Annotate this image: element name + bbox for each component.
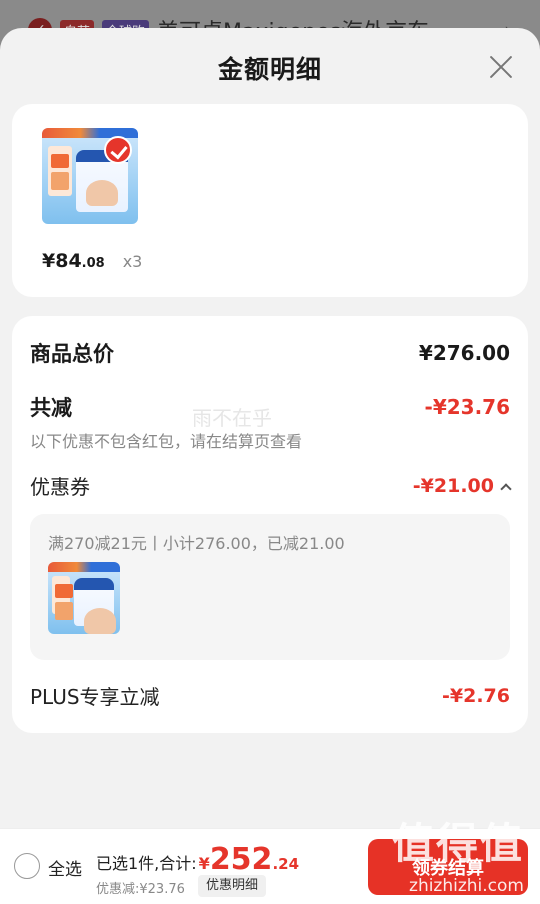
coupon-detail-box: 满270减21元丨小计276.00，已减21.00 xyxy=(30,514,510,660)
plus-discount-value: -¥2.76 xyxy=(442,684,510,707)
total-currency: ¥ xyxy=(198,854,210,873)
coupon-value: -¥21.00 xyxy=(412,474,494,497)
reduced-amount-text: 优惠减:¥23.76 xyxy=(96,882,185,897)
reduced-value: -¥23.76 xyxy=(424,395,510,419)
total-price-label: 商品总价 xyxy=(30,342,114,366)
plus-discount-label: PLUS专享立减 xyxy=(30,685,160,709)
select-all-radio[interactable] xyxy=(14,853,40,879)
selected-check-icon xyxy=(104,136,132,164)
reduced-label: 共减 xyxy=(30,396,72,420)
coupon-product-image xyxy=(48,562,120,634)
total-price-row: 商品总价 ¥276.00 xyxy=(30,338,510,368)
price-detail-card: 商品总价 ¥276.00 雨不在乎 共减 -¥23.76 以下优惠不包含红包，请… xyxy=(12,316,528,733)
coupon-row[interactable]: 优惠券 -¥21.00 xyxy=(30,471,512,500)
product-image[interactable] xyxy=(42,128,138,224)
product-quantity: x3 xyxy=(122,252,143,271)
product-card: ¥84.08 x3 xyxy=(12,104,528,297)
sheet-title: 金额明细 xyxy=(217,55,322,84)
discount-detail-button[interactable]: 优惠明细 xyxy=(198,875,267,897)
close-icon[interactable] xyxy=(488,54,514,80)
coupon-detail-text: 满270减21元丨小计276.00，已减21.00 xyxy=(48,534,345,553)
checkout-button[interactable]: 领券结算 xyxy=(368,839,528,895)
select-all-label[interactable]: 全选 xyxy=(48,855,82,880)
total-price-value: ¥276.00 xyxy=(418,341,510,365)
selected-summary: 已选1件,合计: ¥ 252 .24 xyxy=(96,842,300,877)
coupon-label: 优惠券 xyxy=(30,475,90,499)
amount-detail-sheet: 金额明细 ¥84.08 x3 商品总价 ¥276.00 雨不在乎 共减 -¥23… xyxy=(0,28,540,904)
product-price-row: ¥84.08 x3 xyxy=(42,250,142,272)
product-price: ¥84.08 xyxy=(42,250,105,272)
checkout-bar: 全选 已选1件,合计: ¥ 252 .24 优惠减:¥23.76 优惠明细 领券… xyxy=(0,819,540,904)
chevron-up-icon[interactable] xyxy=(500,482,512,495)
reduced-row: 共减 -¥23.76 xyxy=(30,392,510,422)
total-amount-dec: .24 xyxy=(272,855,300,873)
plus-discount-row: PLUS专享立减 -¥2.76 xyxy=(30,681,510,710)
reduced-note: 以下优惠不包含红包，请在结算页查看 xyxy=(30,432,303,451)
total-amount-int: 252 xyxy=(209,842,273,877)
